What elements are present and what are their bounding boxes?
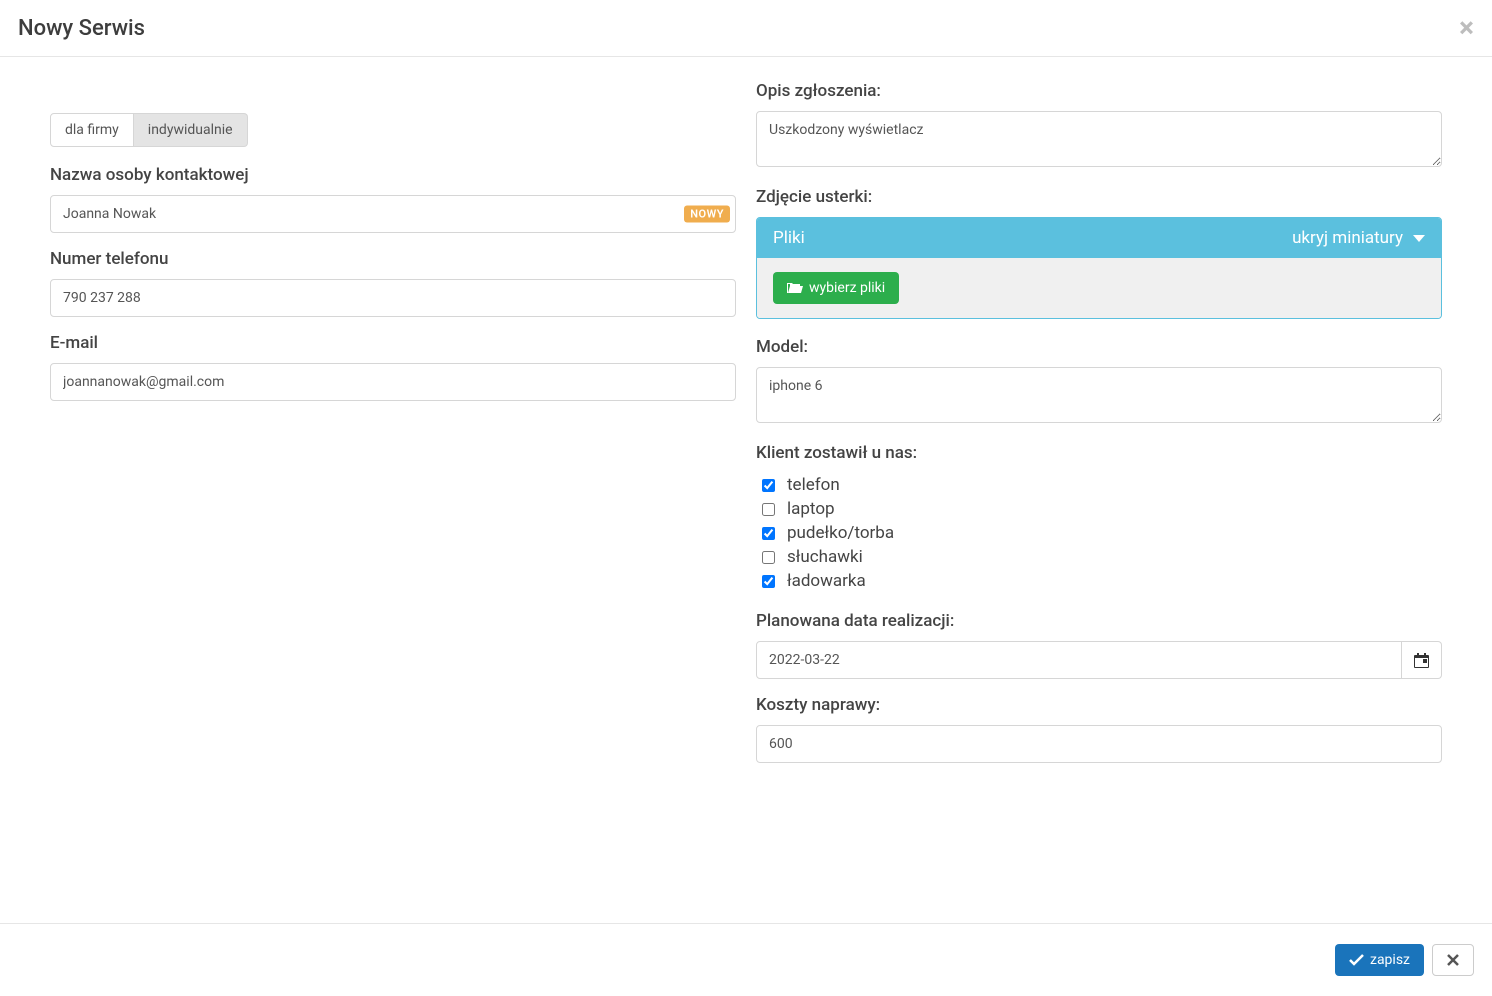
modal-header: Nowy Serwis ×	[0, 0, 1492, 57]
checklist-label: telefon	[787, 475, 840, 495]
cost-label: Koszty naprawy:	[756, 695, 1442, 715]
checklist-item: pudełko/torba	[762, 521, 1442, 545]
left-items-label: Klient zostawił u nas:	[756, 443, 1442, 463]
checklist-item: laptop	[762, 497, 1442, 521]
email-label: E-mail	[50, 333, 736, 353]
checklist-label: pudełko/torba	[787, 523, 894, 543]
modal-footer: zapisz	[0, 923, 1492, 996]
toggle-thumbnails-label: ukryj miniatury	[1292, 228, 1403, 248]
contact-name-label: Nazwa osoby kontaktowej	[50, 165, 736, 185]
check-icon	[1349, 954, 1364, 966]
modal-title: Nowy Serwis	[18, 16, 145, 41]
chevron-down-icon	[1413, 235, 1425, 242]
modal-body: dla firmy indywidualnie Nazwa osoby kont…	[0, 57, 1492, 923]
checklist-checkbox[interactable]	[762, 503, 775, 516]
cancel-button[interactable]	[1432, 944, 1474, 976]
model-textarea[interactable]	[756, 367, 1442, 423]
checklist-label: słuchawki	[787, 547, 863, 567]
choose-files-label: wybierz pliki	[809, 280, 885, 296]
file-panel-title: Pliki	[773, 228, 805, 248]
choose-files-button[interactable]: wybierz pliki	[773, 272, 899, 304]
close-icon[interactable]: ×	[1459, 14, 1474, 42]
file-panel-body: wybierz pliki	[757, 258, 1441, 318]
calendar-button[interactable]	[1402, 641, 1442, 679]
items-checklist: telefon laptop pudełko/torba słuchawki ładow…	[756, 473, 1442, 593]
tab-company[interactable]: dla firmy	[50, 113, 134, 147]
phone-label: Numer telefonu	[50, 249, 736, 269]
column-right: Opis zgłoszenia: Zdjęcie usterki: Pliki …	[756, 81, 1442, 893]
tab-individual[interactable]: indywidualnie	[134, 113, 248, 147]
modal-new-service: Nowy Serwis × dla firmy indywidualnie Na…	[0, 0, 1492, 996]
checklist-item: słuchawki	[762, 545, 1442, 569]
close-icon	[1447, 954, 1459, 966]
date-label: Planowana data realizacji:	[756, 611, 1442, 631]
description-label: Opis zgłoszenia:	[756, 81, 1442, 101]
customer-type-tabs: dla firmy indywidualnie	[50, 113, 736, 147]
toggle-thumbnails[interactable]: ukryj miniatury	[1292, 228, 1425, 248]
checklist-checkbox[interactable]	[762, 551, 775, 564]
checklist-label: ładowarka	[787, 571, 866, 591]
phone-input[interactable]	[50, 279, 736, 317]
column-left: dla firmy indywidualnie Nazwa osoby kont…	[50, 81, 736, 893]
checklist-checkbox[interactable]	[762, 479, 775, 492]
checklist-item: ładowarka	[762, 569, 1442, 593]
cost-input[interactable]	[756, 725, 1442, 763]
folder-open-icon	[787, 282, 803, 295]
contact-name-input[interactable]	[50, 195, 736, 233]
checklist-checkbox[interactable]	[762, 527, 775, 540]
calendar-icon	[1414, 653, 1429, 668]
model-label: Model:	[756, 337, 1442, 357]
photo-label: Zdjęcie usterki:	[756, 187, 1442, 207]
checklist-label: laptop	[787, 499, 835, 519]
save-label: zapisz	[1370, 952, 1410, 968]
save-button[interactable]: zapisz	[1335, 944, 1424, 976]
badge-new: NOWY	[684, 206, 730, 223]
file-panel-header: Pliki ukryj miniatury	[757, 218, 1441, 258]
date-input[interactable]	[756, 641, 1402, 679]
file-upload-panel: Pliki ukryj miniatury wybierz pliki	[756, 217, 1442, 319]
email-input[interactable]	[50, 363, 736, 401]
checklist-item: telefon	[762, 473, 1442, 497]
description-textarea[interactable]	[756, 111, 1442, 167]
checklist-checkbox[interactable]	[762, 575, 775, 588]
